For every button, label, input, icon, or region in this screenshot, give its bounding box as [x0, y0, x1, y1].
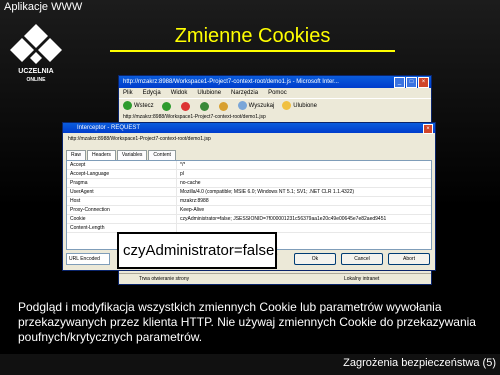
- table-row[interactable]: Cookie czyAdministrator=false; JSESSIONID…: [67, 215, 431, 224]
- refresh-icon[interactable]: [199, 101, 209, 111]
- tab-variables[interactable]: Variables: [116, 150, 148, 160]
- zone-text: Lokalny intranet: [344, 276, 380, 282]
- cancel-button[interactable]: Cancel: [341, 253, 383, 265]
- slide-description: Podgląd i modyfikacja wszystkich zmienny…: [18, 300, 476, 344]
- browser-menubar: Plik Edycja Widok Ulubione Narzędzia Pom…: [119, 88, 431, 98]
- encoding-select[interactable]: URL Encoded: [66, 253, 110, 265]
- dialog-titlebar: Interceptor - REQUEST ×: [63, 123, 435, 134]
- search-button[interactable]: Wyszukaj: [237, 99, 274, 113]
- minimize-icon[interactable]: _: [394, 77, 405, 88]
- logo-text: UCZELNIA ONLINE: [18, 68, 54, 83]
- table-row[interactable]: UserAgent Mozilla/4.0 (compatible; MSIE 6…: [67, 188, 431, 197]
- stop-icon[interactable]: [180, 101, 190, 111]
- menu-file[interactable]: Plik: [123, 88, 133, 98]
- browser-titlebar: http://mzakrz:8988/Workspace1-Project7-c…: [119, 76, 431, 88]
- dialog-tabs: Raw Headers Variables Content: [66, 150, 176, 160]
- logo-icon: [10, 24, 62, 64]
- table-row[interactable]: Proxy-Connection Keep-Alive: [67, 206, 431, 215]
- status-text: Trwa otwieranie strony: [139, 276, 190, 282]
- university-logo: UCZELNIA ONLINE: [8, 22, 68, 92]
- star-icon: [282, 100, 292, 110]
- dialog-title: Interceptor - REQUEST: [77, 125, 141, 131]
- search-icon: [237, 100, 247, 110]
- menu-tools[interactable]: Narzędzia: [231, 88, 258, 98]
- table-row[interactable]: Accept */*: [67, 161, 431, 170]
- menu-view[interactable]: Widok: [171, 88, 188, 98]
- forward-arrow-icon[interactable]: [161, 101, 171, 111]
- table-row[interactable]: Accept-Language pl: [67, 170, 431, 179]
- menu-edit[interactable]: Edycja: [143, 88, 161, 98]
- slide: Aplikacje WWW UCZELNIA ONLINE Zmienne Co…: [0, 0, 500, 375]
- table-row[interactable]: Host mzakrz:8988: [67, 197, 431, 206]
- tab-content[interactable]: Content: [148, 150, 176, 160]
- maximize-icon[interactable]: □: [406, 77, 417, 88]
- address-bar[interactable]: http://mzakrz:8988/Workspace1-Project7-c…: [119, 113, 431, 121]
- back-button[interactable]: Wstecz: [123, 99, 154, 113]
- tab-raw[interactable]: Raw: [66, 150, 87, 160]
- abort-button[interactable]: Abort: [388, 253, 430, 265]
- close-icon[interactable]: ×: [423, 124, 433, 134]
- tab-headers[interactable]: Headers: [87, 150, 116, 160]
- table-row[interactable]: Pragma no-cache: [67, 179, 431, 188]
- menu-help[interactable]: Pomoc: [268, 88, 287, 98]
- cookie-zoom-callout: czyAdministrator=false;: [117, 232, 278, 269]
- back-arrow-icon: [123, 100, 132, 110]
- footer-text: Zagrożenia bezpieczeństwa (5): [343, 357, 496, 369]
- favorites-button[interactable]: Ulubione: [282, 99, 317, 113]
- slide-section-label: Aplikacje WWW: [4, 1, 83, 13]
- browser-statusbar: Trwa otwieranie strony Lokalny intranet: [119, 273, 431, 284]
- home-icon[interactable]: [218, 101, 228, 111]
- dialog-url: http://mzakrz:8988/Workspace1-Project7-c…: [68, 136, 211, 142]
- browser-title: http://mzakrz:8988/Workspace1-Project7-c…: [123, 79, 339, 85]
- browser-toolbar: Wstecz Wyszukaj Ulubione: [119, 98, 431, 113]
- menu-favorites[interactable]: Ulubione: [197, 88, 221, 98]
- ok-button[interactable]: Ok: [294, 253, 336, 265]
- close-icon[interactable]: ×: [418, 77, 429, 88]
- slide-title: Zmienne Cookies: [110, 22, 395, 52]
